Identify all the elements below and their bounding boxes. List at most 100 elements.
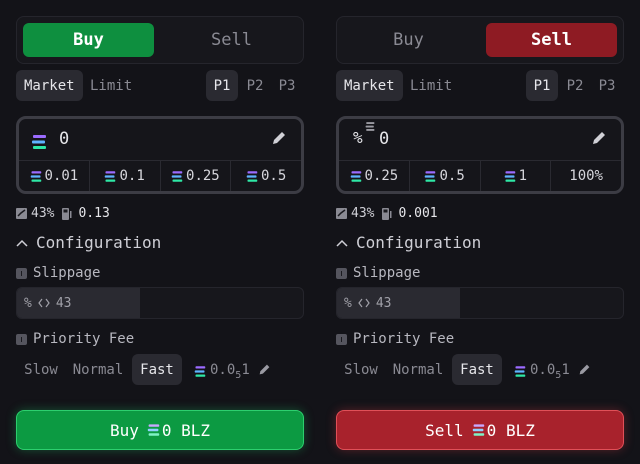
- speed-slow[interactable]: Slow: [16, 354, 66, 385]
- quick-amount-label: 1: [518, 168, 528, 184]
- sol-icon: [147, 424, 160, 436]
- quick-amount-button[interactable]: 0.1: [90, 161, 161, 191]
- edit-pencil-icon[interactable]: [258, 363, 271, 376]
- quick-amounts: 0.25 0.5 1 100%: [339, 160, 621, 191]
- chevron-up-icon: [16, 239, 28, 247]
- info-icon: [336, 333, 347, 345]
- stat-percent: 43%: [351, 206, 375, 221]
- priority-fee-label: Priority Fee: [353, 331, 455, 347]
- speed-fast[interactable]: Fast: [452, 354, 502, 385]
- side-toggle: Buy Sell: [336, 16, 624, 64]
- preset-p2[interactable]: P2: [240, 70, 270, 101]
- sell-side-button[interactable]: Sell: [166, 23, 297, 57]
- edit-pencil-icon[interactable]: [271, 130, 287, 146]
- slippage-text: % 43: [344, 296, 391, 311]
- slippage-slider[interactable]: % 43: [16, 287, 304, 319]
- quick-amount-button[interactable]: 0.25: [339, 161, 410, 191]
- preset-p2[interactable]: P2: [560, 70, 590, 101]
- quick-amount-label: 0.5: [439, 168, 465, 184]
- fee-tail: 1: [561, 362, 570, 378]
- priority-fee-value: 0.051: [194, 362, 250, 381]
- info-icon: [336, 267, 347, 279]
- slippage-slider[interactable]: % 43: [336, 287, 624, 319]
- percent-icon: %: [344, 296, 352, 311]
- quick-amount-button[interactable]: 100%: [551, 161, 621, 191]
- preset-p1[interactable]: P1: [526, 70, 558, 101]
- quick-amount-button[interactable]: 0.25: [161, 161, 232, 191]
- tab-limit[interactable]: Limit: [402, 70, 460, 101]
- quick-amount-button[interactable]: 0.5: [231, 161, 301, 191]
- tab-market[interactable]: Market: [336, 70, 403, 101]
- priority-fee-label-row: Priority Fee: [16, 331, 134, 347]
- buy-panel: Buy Sell Market Limit P1 P2 P3 0 0.01 0.…: [0, 0, 320, 464]
- stats-row: 43% 0.13: [16, 206, 110, 221]
- buy-side-button[interactable]: Buy: [23, 23, 154, 57]
- tab-market[interactable]: Market: [16, 70, 83, 101]
- buy-action-button[interactable]: Buy 0 BLZ: [16, 410, 304, 450]
- quick-amount-label: 0.01: [44, 168, 79, 184]
- info-icon: [16, 267, 27, 279]
- quick-amount-button[interactable]: 0.01: [19, 161, 90, 191]
- percent-icon: %: [24, 296, 32, 311]
- slippage-value: 43: [55, 296, 72, 311]
- speed-fast[interactable]: Fast: [132, 354, 182, 385]
- configuration-toggle[interactable]: Configuration: [336, 233, 481, 252]
- speed-slow[interactable]: Slow: [336, 354, 386, 385]
- order-type-tabs: Market Limit P1 P2 P3: [336, 70, 624, 102]
- action-amount: 0 BLZ: [486, 420, 535, 440]
- quick-amount-button[interactable]: 0.5: [410, 161, 481, 191]
- configuration-toggle[interactable]: Configuration: [16, 233, 161, 252]
- action-amount: 0 BLZ: [161, 420, 211, 440]
- amount-input-box[interactable]: 0 0.01 0.1 0.25 0.5: [16, 116, 304, 194]
- code-arrows-icon: [358, 298, 370, 308]
- gas-pump-icon: [62, 207, 72, 220]
- priority-fee-label: Priority Fee: [33, 331, 135, 347]
- chart-icon: [336, 208, 347, 219]
- configuration-label: Configuration: [36, 233, 162, 252]
- gas-pump-icon: [382, 207, 392, 220]
- stats-row: 43% 0.001: [336, 206, 438, 221]
- code-arrows-icon: [38, 298, 50, 308]
- action-verb: Sell: [425, 420, 464, 440]
- sell-side-button[interactable]: Sell: [486, 23, 617, 57]
- edit-pencil-icon[interactable]: [578, 363, 591, 376]
- slippage-label: Slippage: [33, 265, 101, 281]
- edit-pencil-icon[interactable]: [591, 130, 607, 146]
- amount-value[interactable]: 0: [379, 129, 389, 149]
- sol-icon: [472, 424, 484, 436]
- side-toggle: Buy Sell: [16, 16, 304, 64]
- slippage-value: 43: [375, 296, 392, 311]
- quick-amount-button[interactable]: 1: [481, 161, 552, 191]
- stat-value: 0.001: [398, 206, 438, 221]
- sol-icon: [194, 366, 206, 377]
- preset-p3[interactable]: P3: [592, 70, 622, 101]
- speed-normal[interactable]: Normal: [388, 354, 448, 385]
- tab-limit[interactable]: Limit: [82, 70, 140, 101]
- sol-icon: [365, 122, 375, 131]
- amount-input-box[interactable]: % 0 0.25 0.5 1 100%: [336, 116, 624, 194]
- quick-amount-label: 0.25: [364, 168, 399, 184]
- amount-row[interactable]: % 0: [339, 119, 621, 160]
- speed-normal[interactable]: Normal: [68, 354, 128, 385]
- priority-speed-row: Slow Normal Fast 0.051: [16, 354, 304, 386]
- priority-fee-value: 0.051: [514, 362, 570, 381]
- sol-icon: [514, 366, 526, 377]
- slippage-text: % 43: [24, 296, 71, 311]
- slippage-label: Slippage: [353, 265, 421, 281]
- amount-row[interactable]: 0: [19, 119, 301, 160]
- buy-side-button[interactable]: Buy: [343, 23, 474, 57]
- chart-icon: [16, 208, 27, 219]
- action-verb: Buy: [109, 420, 139, 440]
- preset-p1[interactable]: P1: [206, 70, 238, 101]
- quick-amount-label: 100%: [569, 168, 603, 184]
- fee-base: 0.0: [530, 362, 556, 378]
- info-icon: [16, 333, 27, 345]
- configuration-label: Configuration: [356, 233, 482, 252]
- amount-value[interactable]: 0: [59, 129, 69, 149]
- fee-base: 0.0: [210, 362, 236, 378]
- sell-action-button[interactable]: Sell 0 BLZ: [336, 410, 624, 450]
- preset-p3[interactable]: P3: [272, 70, 302, 101]
- sol-icon: [31, 131, 47, 150]
- quick-amount-label: 0.25: [186, 168, 220, 184]
- chevron-up-icon: [336, 239, 348, 247]
